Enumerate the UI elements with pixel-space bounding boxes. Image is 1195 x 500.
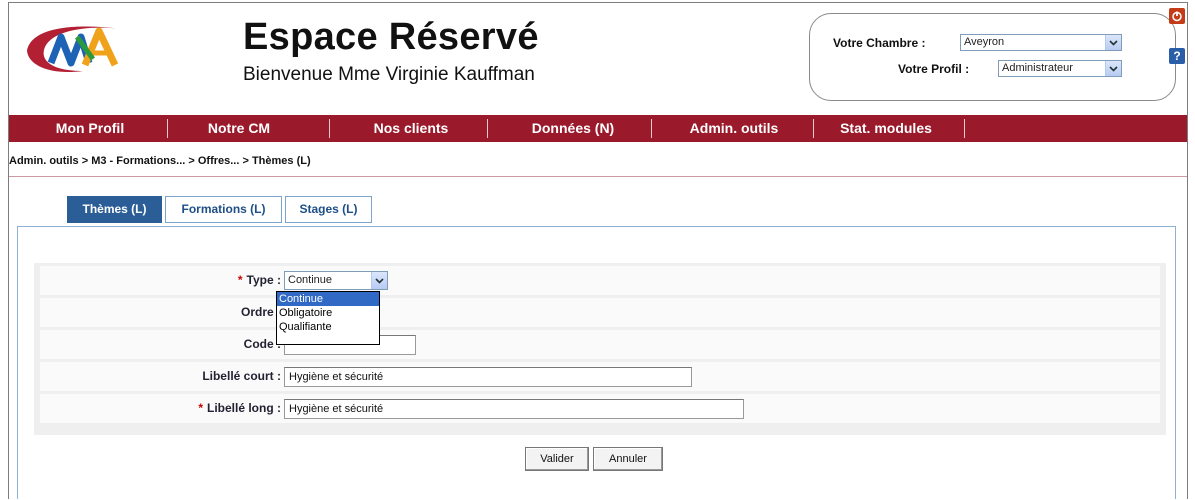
form-row-type: * Type : Continue xyxy=(40,266,1160,295)
menu-item-stat-modules[interactable]: Stat. modules xyxy=(817,115,955,142)
help-icon[interactable]: ? xyxy=(1169,48,1185,64)
profil-select[interactable]: Administrateur xyxy=(998,60,1122,77)
form-row-ordre: Ordre : xyxy=(40,298,1160,327)
welcome-text: Bienvenue Mme Virginie Kauffman xyxy=(243,64,535,85)
form-row-libelle-long: * Libellé long : Hygiène et sécurité xyxy=(40,394,1160,423)
menu-item-admin-outils[interactable]: Admin. outils xyxy=(659,115,809,142)
libelle-long-label: * Libellé long : xyxy=(198,401,281,415)
menu-separator xyxy=(813,119,814,138)
breadcrumb: Admin. outils > M3 - Formations... > Off… xyxy=(9,155,311,167)
profil-select-value: Administrateur xyxy=(1002,62,1073,74)
theme-form: * Type : Continue Ordre : Code : Libellé … xyxy=(34,263,1166,435)
chambre-label: Votre Chambre : xyxy=(833,36,926,50)
type-select-value: Continue xyxy=(288,274,333,286)
tab-stages[interactable]: Stages (L) xyxy=(285,196,372,223)
chambre-select[interactable]: Aveyron xyxy=(960,34,1122,51)
chevron-down-icon[interactable] xyxy=(1105,61,1121,76)
tab-formations[interactable]: Formations (L) xyxy=(165,196,282,223)
context-selector-box: Votre Chambre : Aveyron Votre Profil : A… xyxy=(809,13,1176,101)
page: Espace Réservé Bienvenue Mme Virginie Ka… xyxy=(8,2,1188,499)
menu-separator xyxy=(329,119,330,138)
main-menu: Mon Profil Notre CM Nos clients Données … xyxy=(9,115,1187,142)
menu-separator xyxy=(651,119,652,138)
chevron-down-icon[interactable] xyxy=(1105,35,1121,50)
ordre-label: Ordre : xyxy=(240,305,281,319)
menu-item-nos-clients[interactable]: Nos clients xyxy=(345,115,477,142)
breadcrumb-divider xyxy=(9,176,1187,177)
form-row-libelle-court: Libellé court : Hygiène et sécurité xyxy=(40,362,1160,391)
type-option-obligatoire[interactable]: Obligatoire xyxy=(277,306,379,320)
menu-item-mon-profil[interactable]: Mon Profil xyxy=(31,115,149,142)
menu-separator xyxy=(964,119,965,138)
libelle-court-label: Libellé court : xyxy=(202,369,281,383)
valider-button[interactable]: Valider xyxy=(525,447,589,471)
chevron-down-icon[interactable] xyxy=(371,272,387,289)
help-icon-glyph: ? xyxy=(1173,49,1181,63)
menu-item-donnees[interactable]: Données (N) xyxy=(499,115,647,142)
libelle-long-input[interactable]: Hygiène et sécurité xyxy=(284,399,744,419)
tab-themes[interactable]: Thèmes (L) xyxy=(67,196,162,223)
menu-separator xyxy=(167,119,168,138)
power-icon[interactable] xyxy=(1169,8,1185,24)
type-option-continue[interactable]: Continue xyxy=(277,292,379,306)
annuler-button[interactable]: Annuler xyxy=(593,447,663,471)
type-label: * Type : xyxy=(237,273,281,287)
form-row-code: Code : xyxy=(40,330,1160,359)
type-dropdown-list: Continue Obligatoire Qualifiante xyxy=(276,291,380,345)
type-select[interactable]: Continue xyxy=(284,271,388,290)
cma-logo xyxy=(27,26,121,73)
libelle-court-input[interactable]: Hygiène et sécurité xyxy=(284,367,692,387)
menu-item-notre-cm[interactable]: Notre CM xyxy=(184,115,294,142)
chambre-select-value: Aveyron xyxy=(964,36,1005,48)
profil-label: Votre Profil : xyxy=(898,62,970,76)
menu-separator xyxy=(487,119,488,138)
type-option-qualifiante[interactable]: Qualifiante xyxy=(277,320,379,334)
code-label: Code : xyxy=(243,337,281,351)
page-title: Espace Réservé xyxy=(243,16,539,58)
